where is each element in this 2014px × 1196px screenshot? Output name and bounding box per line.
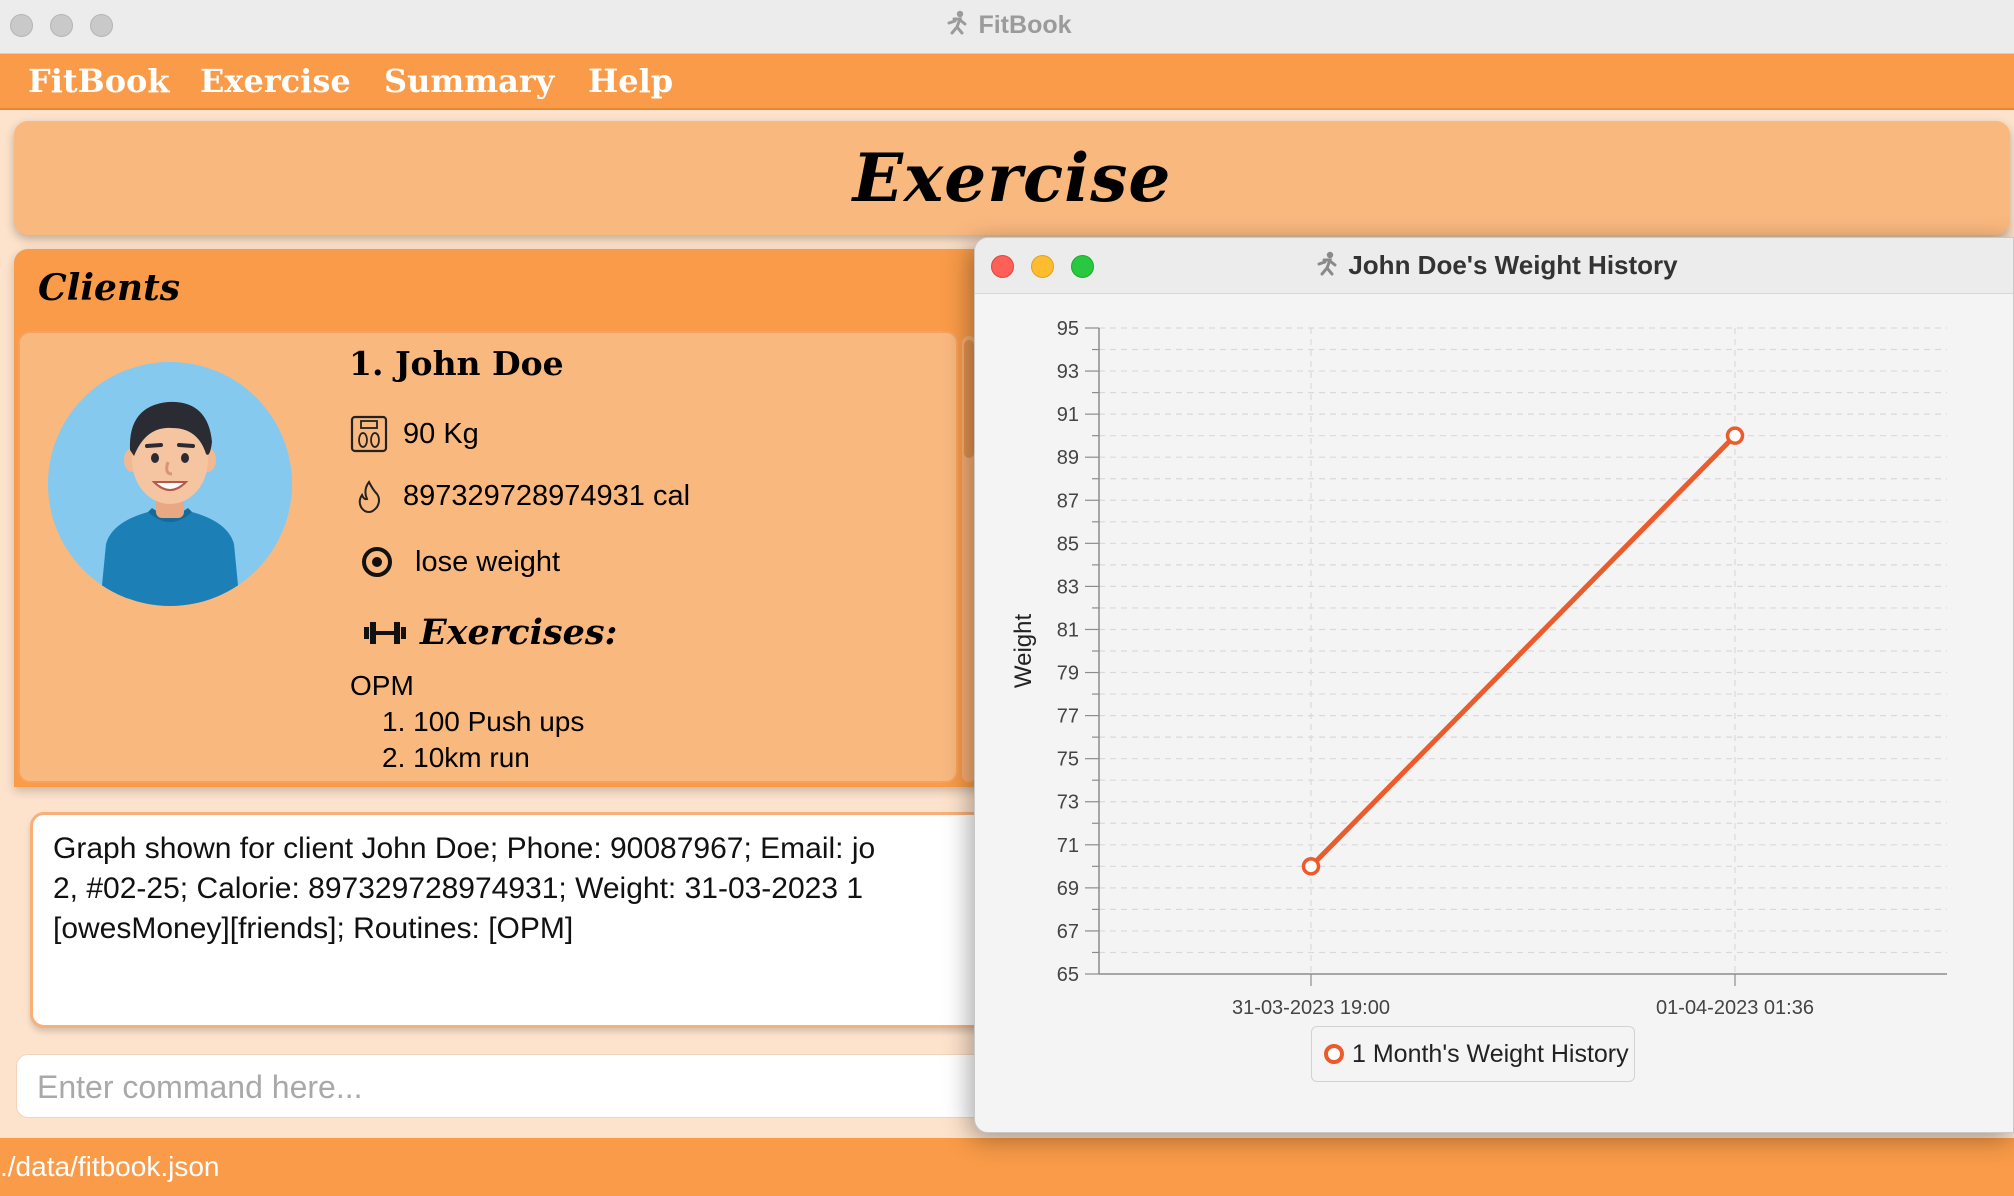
menu-help[interactable]: Help [588,62,673,100]
flame-icon [358,480,380,514]
y-tick-label: 67 [1057,921,1079,943]
clients-header: Clients [38,267,180,309]
y-tick-label: 83 [1057,576,1079,598]
page-banner: Exercise [14,121,2010,235]
menu-bar: FitBook Exercise Summary Help [0,54,2014,110]
avatar [48,362,292,606]
status-bar: ./data/fitbook.json [0,1138,2014,1196]
data-point [1301,857,1321,876]
chart-legend: 1 Month's Weight History [1311,1026,1635,1082]
scrollbar-thumb[interactable] [964,340,974,458]
result-line: 2, #02-25; Calorie: 897329728974931; Wei… [53,872,864,905]
routine-name: OPM [350,670,414,701]
window-title: FitBook [0,9,2014,40]
exercises-header: Exercises: [362,612,617,653]
chart-window-title-text: John Doe's Weight History [1348,250,1678,280]
routine-item: 2. 10km run [382,742,530,773]
weight-row: 90 Kg [349,414,479,454]
exercises-title: Exercises: [420,612,618,653]
weight-line-chart: 65 67 69 71 73 75 77 79 81 83 85 87 89 91 93 95 31-03-20… [1010,318,1947,1014]
legend-marker [1324,1044,1344,1064]
menu-summary[interactable]: Summary [384,62,554,100]
dumbbell-icon [364,621,406,644]
chart-titlebar: John Doe's Weight History [975,238,2013,294]
y-tick-label: 77 [1057,706,1079,728]
scale-icon [350,415,388,453]
y-tick-label: 89 [1057,447,1079,469]
runner-icon [947,10,967,35]
command-input[interactable] [37,1067,997,1107]
y-tick-label: 79 [1057,663,1079,685]
y-tick-label: 65 [1057,964,1079,986]
y-tick-label: 81 [1057,619,1079,641]
goal-value: lose weight [415,545,561,578]
weight-history-window[interactable]: John Doe's Weight History 65 67 69 71 73 75 77… [974,237,2014,1133]
y-tick-label: 95 [1057,318,1079,340]
avatar-image [48,362,292,606]
data-point [1725,426,1745,445]
target-icon [362,547,392,577]
routine-item: 1. 100 Push ups [382,706,585,737]
y-tick-label: 71 [1057,835,1079,857]
menu-exercise[interactable]: Exercise [200,62,351,100]
y-tick-label: 91 [1057,404,1079,426]
main-titlebar: FitBook [0,0,2014,54]
page-title: Exercise [852,139,1172,217]
x-tick-label: 31-03-2023 19:00 [1232,997,1390,1014]
command-box[interactable] [16,1054,1016,1118]
calorie-row: 897329728974931 cal [349,476,690,516]
result-line: [owesMoney][friends]; Routines: [OPM] [53,912,574,945]
chart-window-title: John Doe's Weight History [975,250,2013,281]
status-file-path: ./data/fitbook.json [0,1151,220,1182]
client-name: 1. John Doe [349,344,564,383]
y-tick-label: 73 [1057,792,1079,814]
window-title-text: FitBook [978,11,1072,39]
result-display[interactable]: Graph shown for client John Doe; Phone: … [30,812,1030,1028]
x-tick-label: 01-04-2023 01:36 [1656,997,1814,1014]
goal-row: lose weight [349,542,560,582]
y-tick-label: 69 [1057,878,1079,900]
y-tick-label: 93 [1057,361,1079,383]
calorie-value: 897329728974931 cal [403,479,691,512]
legend-label: 1 Month's Weight History [1352,1039,1629,1068]
result-line: Graph shown for client John Doe; Phone: … [53,832,876,865]
y-tick-label: 85 [1057,533,1079,555]
y-axis-title: Weight [1010,614,1037,689]
y-tick-label: 75 [1057,749,1079,771]
weight-value: 90 Kg [403,417,479,450]
y-tick-label: 87 [1057,490,1079,512]
runner-icon [1317,251,1337,276]
menu-fitbook[interactable]: FitBook [28,62,170,100]
